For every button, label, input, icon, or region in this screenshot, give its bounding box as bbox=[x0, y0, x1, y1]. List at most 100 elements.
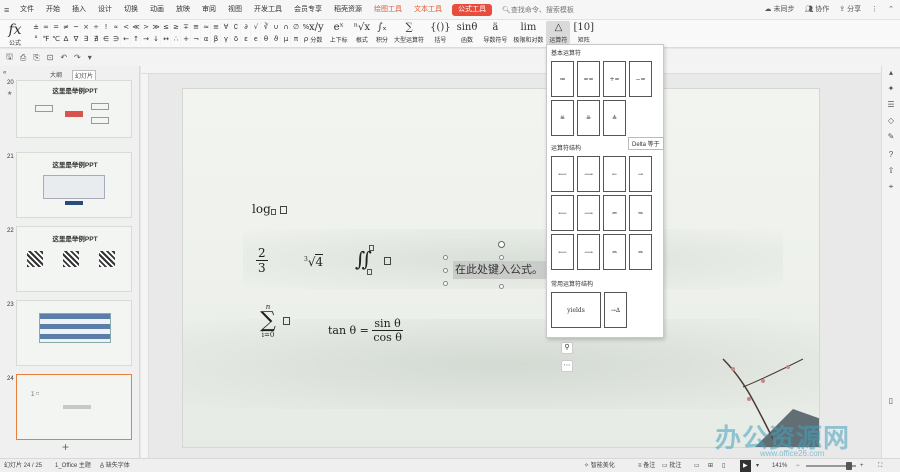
redo-icon[interactable]: ↷ bbox=[74, 53, 81, 62]
menu-review[interactable]: 审阅 bbox=[196, 0, 222, 20]
tool-4-button[interactable]: ∑ 大型运算符 bbox=[391, 21, 427, 44]
operator-option[interactable]: ⟶ bbox=[577, 195, 600, 231]
operator-option[interactable]: += bbox=[603, 61, 626, 97]
operator-option[interactable]: ≔ bbox=[551, 61, 574, 97]
operator-option[interactable]: →∆ bbox=[604, 292, 627, 328]
operator-option[interactable]: ⟵ bbox=[551, 195, 574, 231]
operator-option[interactable]: −= bbox=[629, 61, 652, 97]
tool-8-button[interactable]: lim 极限和对数 bbox=[510, 21, 546, 44]
rotate-handle[interactable] bbox=[498, 241, 505, 248]
menu-view[interactable]: 视图 bbox=[222, 0, 248, 20]
symbol-button[interactable]: > bbox=[142, 22, 151, 33]
sliders-icon[interactable]: ☰ bbox=[886, 100, 896, 110]
play-icon[interactable]: ▶ bbox=[740, 460, 751, 472]
symbol-button[interactable]: ∈ bbox=[102, 34, 111, 45]
collapse-ribbon-icon[interactable]: ⌃ bbox=[888, 0, 894, 20]
menu-formula-tools[interactable]: 公式工具 bbox=[452, 3, 492, 16]
search-box[interactable]: 🔍︎ 查找命令、搜索模板 bbox=[502, 5, 574, 15]
operator-option[interactable]: → bbox=[629, 156, 652, 192]
slide[interactable]: log 2 3 3√4 ∬ n ∑ i=0 tan θ = sin θ cos … bbox=[182, 88, 820, 448]
symbol-button[interactable]: √ bbox=[252, 22, 261, 33]
symbol-button[interactable]: ¬ bbox=[192, 34, 201, 45]
symbol-button[interactable]: ∋ bbox=[112, 34, 121, 45]
resize-handle[interactable] bbox=[443, 255, 448, 260]
resize-handle[interactable] bbox=[443, 268, 448, 273]
symbol-button[interactable]: ≫ bbox=[152, 22, 161, 33]
symbol-button[interactable]: ℉ bbox=[42, 34, 51, 45]
share-icon[interactable]: ⇧ bbox=[886, 166, 896, 176]
symbol-button[interactable]: ϑ bbox=[272, 34, 281, 45]
menu-design[interactable]: 设计 bbox=[92, 0, 118, 20]
normal-view-icon[interactable]: ▭ bbox=[694, 459, 700, 472]
symbol-button[interactable]: ∃ bbox=[82, 34, 91, 45]
preview-icon[interactable]: ⊡ bbox=[47, 53, 54, 62]
menu-file[interactable]: 文件 bbox=[14, 0, 40, 20]
menu-insert[interactable]: 插入 bbox=[66, 0, 92, 20]
resize-handle[interactable] bbox=[499, 255, 504, 260]
operator-option[interactable]: ≞ bbox=[577, 100, 600, 136]
symbol-button[interactable]: ∂ bbox=[242, 22, 251, 33]
slide-thumbnail-23[interactable] bbox=[16, 300, 132, 366]
symbol-button[interactable]: ε bbox=[242, 34, 251, 45]
symbol-button[interactable]: + bbox=[182, 34, 191, 45]
tool-3-button[interactable]: ∫ₓ 积分 bbox=[373, 21, 391, 44]
insert-formula-button[interactable]: fx 公式 bbox=[4, 22, 26, 47]
scrollbar[interactable]: ▯ bbox=[886, 396, 896, 406]
symbol-button[interactable]: ≥ bbox=[172, 22, 181, 33]
formula-cube-root[interactable]: 3√4 bbox=[304, 254, 324, 269]
operator-option[interactable]: ⟵ bbox=[551, 234, 574, 270]
symbol-button[interactable]: ∆ bbox=[62, 34, 71, 45]
menu-docer[interactable]: 稻壳资源 bbox=[328, 0, 368, 20]
menu-transition[interactable]: 切换 bbox=[118, 0, 144, 20]
formula-fraction[interactable]: 2 3 bbox=[256, 246, 268, 275]
tool-10-button[interactable]: [10] 矩阵 bbox=[570, 21, 597, 44]
smart-tool-icon[interactable]: ⚲ bbox=[561, 342, 573, 354]
operator-option[interactable]: ⇔ bbox=[603, 234, 626, 270]
play-dropdown-icon[interactable]: ▾ bbox=[756, 459, 759, 472]
zoom-in-icon[interactable]: + bbox=[860, 459, 864, 472]
menu-member[interactable]: 会员专享 bbox=[288, 0, 328, 20]
symbol-button[interactable]: ∅ bbox=[292, 22, 301, 33]
resize-handle[interactable] bbox=[499, 284, 504, 289]
tool-1-button[interactable]: eˣ 上下标 bbox=[327, 21, 351, 44]
symbol-button[interactable]: ≤ bbox=[162, 22, 171, 33]
tab-outline[interactable]: 大纲 bbox=[50, 70, 62, 79]
symbol-button[interactable]: × bbox=[82, 22, 91, 33]
symbol-button[interactable]: ∀ bbox=[222, 22, 231, 33]
collaborate-button[interactable]: 👥︎ 协作 bbox=[804, 0, 829, 20]
formula-log[interactable]: log bbox=[252, 202, 287, 216]
menu-drawing-tools[interactable]: 绘图工具 bbox=[368, 0, 408, 20]
export-icon[interactable]: ⎙ bbox=[20, 53, 26, 63]
tool-0-button[interactable]: x/y 分数 bbox=[306, 21, 327, 44]
symbol-button[interactable]: < bbox=[122, 22, 131, 33]
symbol-button[interactable]: ∛ bbox=[262, 22, 271, 33]
symbol-button[interactable]: ∓ bbox=[182, 22, 191, 33]
symbol-button[interactable]: δ bbox=[232, 34, 241, 45]
operator-option[interactable]: ← bbox=[603, 156, 626, 192]
sorter-view-icon[interactable]: ⊞ bbox=[708, 459, 713, 472]
symbol-button[interactable]: μ bbox=[282, 34, 291, 45]
tool-2-button[interactable]: ⁿ√x 根式 bbox=[351, 21, 373, 44]
print-icon[interactable]: ⎘ bbox=[33, 53, 39, 63]
symbol-button[interactable]: θ bbox=[262, 34, 271, 45]
tool-6-button[interactable]: sinθ 函数 bbox=[454, 21, 481, 44]
menu-text-tools[interactable]: 文本工具 bbox=[408, 0, 448, 20]
operator-option[interactable]: ≝ bbox=[551, 100, 574, 136]
symbol-button[interactable]: ∝ bbox=[112, 22, 121, 33]
save-icon[interactable]: 🖫 bbox=[6, 51, 13, 65]
unsynced-button[interactable]: ☁ 未同步 bbox=[765, 0, 795, 20]
hamburger-icon[interactable]: ≡ bbox=[4, 5, 14, 15]
symbol-button[interactable]: ∩ bbox=[282, 22, 291, 33]
symbol-button[interactable]: π bbox=[292, 34, 301, 45]
symbol-button[interactable]: ° bbox=[32, 34, 41, 45]
operator-option[interactable]: ⇐ bbox=[603, 195, 626, 231]
symbol-button[interactable]: ± bbox=[32, 22, 41, 33]
comments-button[interactable]: ▭ 批注 bbox=[662, 459, 681, 472]
symbol-button[interactable]: ∴ bbox=[172, 34, 181, 45]
symbol-button[interactable]: γ bbox=[222, 34, 231, 45]
symbol-button[interactable]: β bbox=[212, 34, 221, 45]
symbol-button[interactable]: ≪ bbox=[132, 22, 141, 33]
menu-slideshow[interactable]: 放映 bbox=[170, 0, 196, 20]
operator-option[interactable]: ⟶ bbox=[577, 234, 600, 270]
missing-font-button[interactable]: A̲ 缺失字体 bbox=[100, 459, 130, 472]
